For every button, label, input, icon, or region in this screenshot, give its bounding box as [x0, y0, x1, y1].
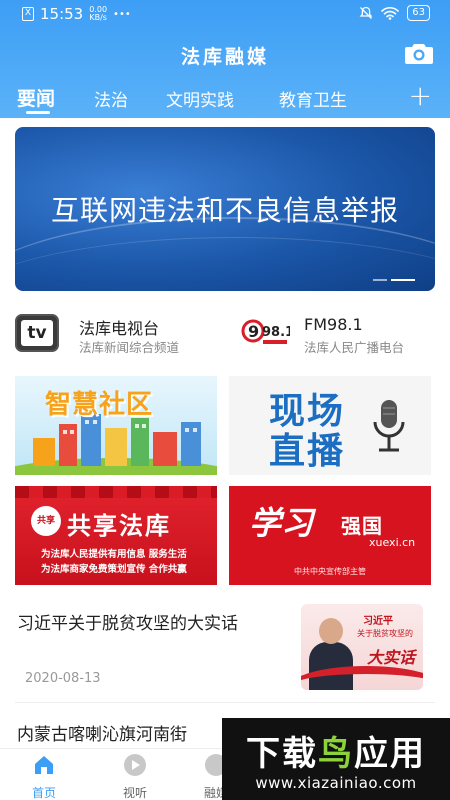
tile-url: xuexi.cn — [369, 536, 416, 549]
tile-subtitle-1: 为法库人民提供有用信息 服务生活 — [41, 549, 187, 560]
news-title: 习近平关于脱贫攻坚的大实话 — [17, 614, 238, 634]
microphone-icon — [373, 400, 405, 452]
category-tabs: 要闻 法治 文明实践 教育卫生 + — [0, 82, 450, 116]
status-bar: X 15:53 0.00 KB/s ••• 63 — [0, 0, 450, 30]
thumb-text-1: 习近平 — [363, 616, 393, 627]
news-thumbnail: 习近平 关于脱贫攻坚的 大实话 — [301, 604, 423, 690]
svg-text:98.1: 98.1 — [262, 325, 290, 340]
fm-radio-logo-icon: 9 98.1 — [241, 319, 290, 344]
watermark-brand: 下载鸟应用 — [222, 726, 450, 775]
active-tab-indicator — [26, 111, 50, 114]
watermark-text-b: 鸟 — [318, 734, 354, 774]
thumb-text-3: 大实话 — [367, 648, 416, 667]
svg-text:9: 9 — [248, 322, 259, 341]
watermark-text-c: 应用 — [354, 734, 426, 774]
tile-title: 智慧社区 — [45, 390, 154, 420]
banner-title: 互联网违法和不良信息举报 — [50, 194, 399, 227]
tile-subtitle-2: 为法库商家免费策划宣传 合作共赢 — [41, 564, 187, 575]
battery-indicator: 63 — [407, 5, 430, 21]
channel-tv[interactable]: tv 法库电视台 法库新闻综合频道 — [15, 312, 215, 355]
thumb-text-2: 关于脱贫攻坚的 — [357, 629, 413, 638]
news-item-title[interactable]: 内蒙古喀喇沁旗河南街 — [17, 720, 187, 745]
tile-live-broadcast[interactable]: 现场 直播 — [229, 376, 431, 475]
tv-logo-text: tv — [21, 320, 53, 346]
camera-button[interactable] — [404, 42, 434, 66]
seal-logo: 共享 — [31, 506, 61, 536]
news-date: 2020-08-13 — [25, 671, 101, 686]
watermark-overlay: 下载鸟应用 www.xiazainiao.com — [222, 718, 450, 800]
tab-wenming-shijian[interactable]: 文明实践 — [166, 86, 234, 111]
net-speed-unit: KB/s — [89, 13, 107, 22]
watermark-url: www.xiazainiao.com — [255, 774, 417, 792]
add-tab-button[interactable]: + — [409, 82, 432, 110]
tab-fazhi[interactable]: 法治 — [94, 86, 128, 111]
camera-icon — [405, 44, 433, 64]
tv-logo-icon: tv — [15, 314, 59, 352]
tile-footer: 中共中央宣传部主管 — [294, 567, 366, 576]
carousel-indicator — [373, 279, 415, 281]
curtain-decoration — [15, 486, 217, 498]
list-divider — [15, 702, 435, 703]
channel-name: FM98.1 — [304, 315, 363, 334]
channel-name: 法库电视台 — [79, 319, 160, 338]
tile-xuexi-qiangguo[interactable]: 学习 强国 xuexi.cn 中共中央宣传部主管 — [229, 486, 431, 585]
app-title: 法库融媒 — [180, 46, 269, 68]
carousel-dot-active — [391, 279, 415, 281]
watermark-text-a: 下载 — [246, 734, 318, 774]
tab-yaowen[interactable]: 要闻 — [17, 84, 55, 111]
status-time: 15:53 — [40, 5, 84, 23]
tile-shared-faku[interactable]: 共享 共享法库 为法库人民提供有用信息 服务生活 为法库商家免费策划宣传 合作共… — [15, 486, 217, 585]
tile-title-line2: 强国 — [341, 514, 383, 538]
tile-smart-community[interactable]: 智慧社区 — [15, 376, 217, 475]
portrait-head — [319, 618, 343, 644]
home-icon — [35, 756, 53, 774]
nav-home[interactable]: 首页 — [14, 753, 74, 800]
play-icon — [124, 754, 146, 776]
channel-desc: 法库人民广播电台 — [304, 340, 405, 355]
top-header: X 15:53 0.00 KB/s ••• 63 法库融媒 要闻 法治 文明实践… — [0, 0, 450, 118]
no-sim-icon: X — [22, 7, 34, 21]
tile-title-line1: 学习 — [249, 504, 314, 542]
net-speed: 0.00 KB/s — [89, 6, 107, 22]
red-ribbon-decoration — [301, 666, 423, 690]
tile-title-line2: 直播 — [269, 431, 346, 472]
mute-bell-icon — [359, 6, 373, 19]
nav-label: 视听 — [122, 786, 147, 800]
tab-jiaoyu-weisheng[interactable]: 教育卫生 — [279, 86, 347, 111]
channel-fm[interactable]: 9 98.1 FM98.1 法库人民广播电台 — [240, 312, 440, 355]
banner-carousel[interactable]: 互联网违法和不良信息举报 — [15, 127, 435, 291]
nav-label: 首页 — [31, 786, 56, 800]
tile-title: 共享法库 — [67, 512, 171, 540]
news-item[interactable]: 习近平关于脱贫攻坚的大实话 2020-08-13 习近平 关于脱贫攻坚的 大实话 — [0, 598, 450, 702]
wifi-icon — [381, 7, 400, 20]
nav-audio-video[interactable]: 视听 — [105, 753, 165, 800]
more-dots: ••• — [113, 8, 131, 20]
channel-desc: 法库新闻综合频道 — [79, 340, 180, 355]
carousel-dot — [373, 279, 387, 281]
